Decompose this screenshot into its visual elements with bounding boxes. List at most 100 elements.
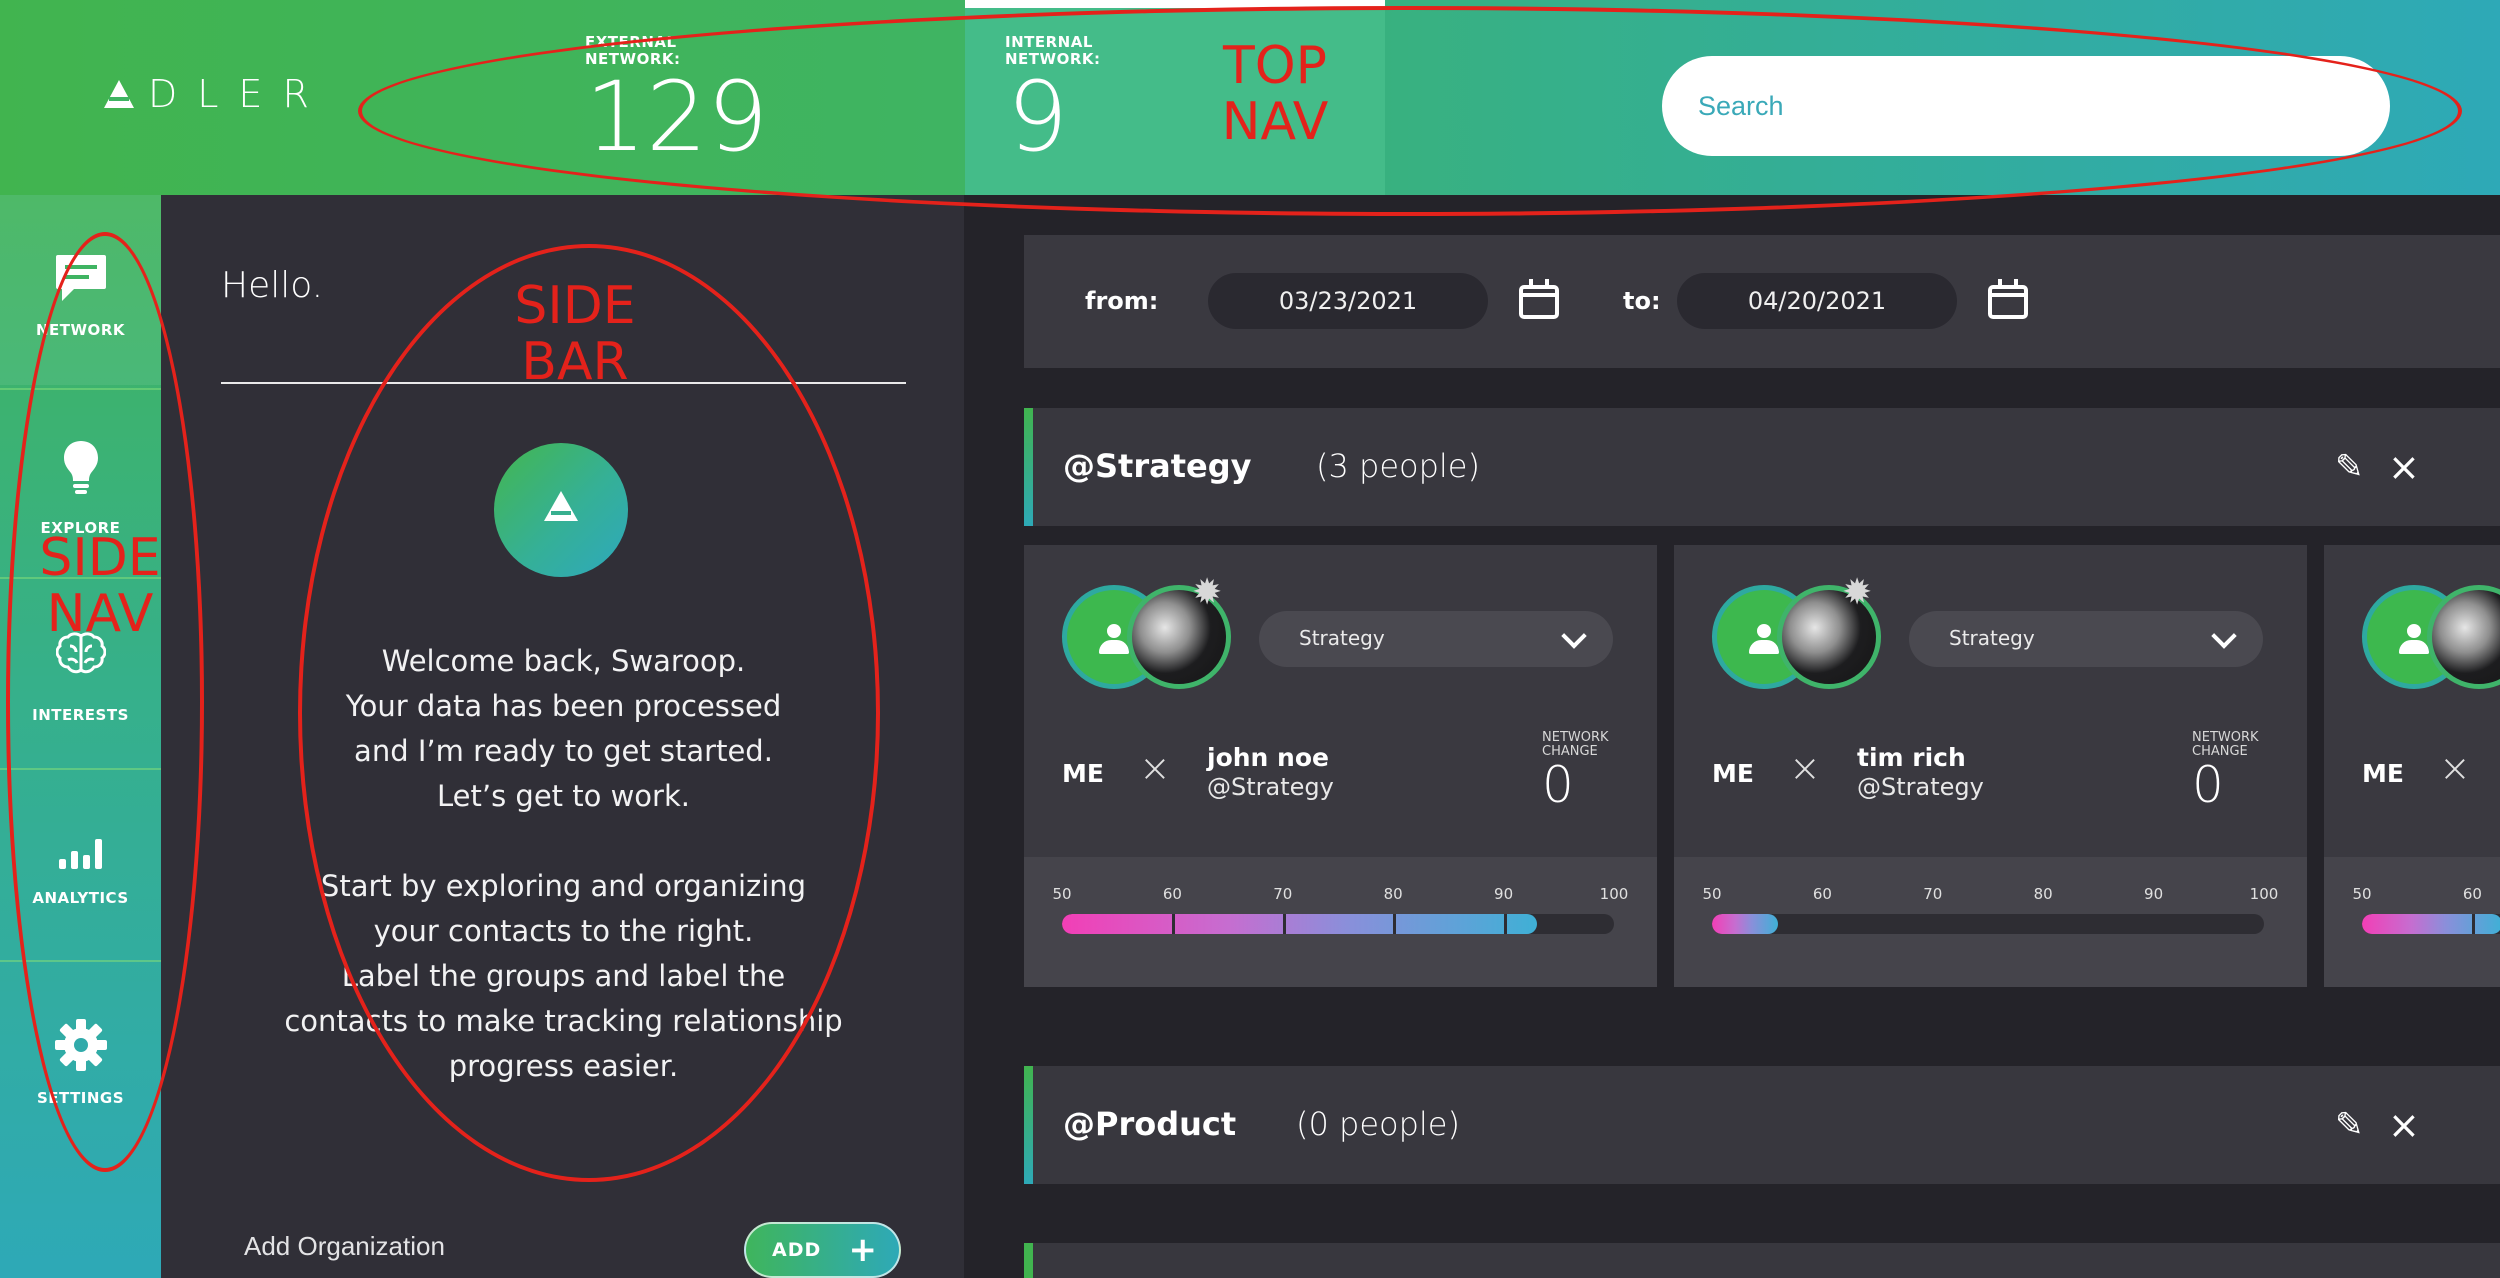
message-line: contacts to make tracking relationship <box>284 1004 843 1038</box>
person-icon-body <box>1749 640 1779 654</box>
sidenav-item-network[interactable]: NETWORK <box>0 195 161 385</box>
main-content: from: 03/23/2021 to: 04/20/2021 @Strateg… <box>964 195 2500 1278</box>
me-label: ME <box>1712 759 1754 788</box>
sidenav-divider <box>0 960 161 962</box>
group-header-product: @Product (0 people) ✎ × <box>1024 1066 2500 1184</box>
message-line: Label the groups and label the <box>341 959 786 993</box>
network-change-label: NETWORK CHANGE <box>1542 730 1609 759</box>
contact-name: tim rich <box>1857 743 1966 772</box>
meter-divider <box>2153 914 2157 934</box>
search-input[interactable] <box>1662 56 2390 156</box>
add-button-label: ADD <box>772 1239 822 1261</box>
sidenav-label-interests: INTERESTS <box>32 706 129 724</box>
from-date-input[interactable]: 03/23/2021 <box>1208 273 1488 329</box>
times-icon: × <box>2439 746 2471 790</box>
internal-network-count: 9 <box>1007 61 1069 173</box>
meter-divider <box>2472 914 2476 934</box>
meter-track <box>1062 914 1614 934</box>
pencil-icon[interactable]: ✎ <box>2335 1108 2364 1142</box>
tick-label: 80 <box>1383 885 1403 903</box>
message-line: Start by exploring and organizing <box>320 869 807 903</box>
greeting: Hello. <box>221 265 324 306</box>
external-network-stat[interactable]: EXTERNAL NETWORK: 129 <box>585 0 965 195</box>
tick-label: 100 <box>1599 885 1629 903</box>
lightbulb-icon <box>63 441 98 494</box>
person-icon-body <box>2399 640 2429 654</box>
network-change-value: 0 <box>2192 756 2224 814</box>
tick-label: 50 <box>2352 885 2372 903</box>
starburst-badge-icon: ✹ <box>1842 572 1873 613</box>
tick-label: 60 <box>1812 885 1832 903</box>
meter-divider <box>1393 914 1397 934</box>
contact-name: john noe <box>1207 743 1329 772</box>
tick-label: 50 <box>1052 885 1072 903</box>
tick-label: 80 <box>2033 885 2053 903</box>
times-icon: × <box>1139 746 1171 790</box>
logo-wordmark: DLER <box>148 72 329 116</box>
message-line: Welcome back, Swaroop. <box>381 644 746 678</box>
meter-divider <box>1503 914 1507 934</box>
network-change-label: NETWORK CHANGE <box>2192 730 2259 759</box>
gear-icon <box>54 1019 107 1071</box>
close-icon[interactable]: × <box>2388 448 2420 486</box>
sidenav-item-settings[interactable]: SETTINGS <box>0 963 161 1153</box>
chat-icon <box>55 255 106 301</box>
sidenav-label-analytics: ANALYTICS <box>32 889 129 907</box>
person-icon-body <box>1099 640 1129 654</box>
meter-ticks: 50 60 70 80 90 100 <box>1702 885 2278 905</box>
group-accent <box>1024 1243 1033 1278</box>
group-select[interactable]: Strategy <box>1909 611 2263 667</box>
relationship-meter: 50 60 <box>2324 857 2500 987</box>
starburst-badge-icon: ✹ <box>1192 572 1223 613</box>
sidenav-label-network: NETWORK <box>35 321 125 339</box>
meter-ticks: 50 60 70 80 90 100 <box>1052 885 1628 905</box>
meter-ticks: 50 60 <box>2352 885 2500 905</box>
meter-fill <box>2362 914 2500 934</box>
meter-divider <box>1932 914 1936 934</box>
adler-logo[interactable]: DLER <box>104 72 329 116</box>
to-date-input[interactable]: 04/20/2021 <box>1677 273 1957 329</box>
tick-label: 70 <box>1923 885 1943 903</box>
contact-card: ✹ Strategy ME × john noe @Strategy NETWO… <box>1024 545 1657 987</box>
tick-label: 100 <box>2249 885 2279 903</box>
sidenav-divider <box>0 768 161 770</box>
relationship-meter: 50 60 70 80 90 100 <box>1674 857 2307 987</box>
side-bar-annotation: SIDE BAR <box>514 276 636 392</box>
meter-divider <box>1172 914 1176 934</box>
relationship-meter: 50 60 70 80 90 100 <box>1024 857 1657 987</box>
meter-fill <box>1062 914 1537 934</box>
assistant-avatar <box>494 443 628 577</box>
adler-logo-icon <box>544 491 578 521</box>
tick-label: 60 <box>2462 885 2482 903</box>
side-nav: NETWORK EXPLORE INTERESTS ANALYTICS SETT… <box>0 195 161 1278</box>
group-count: (3 people) <box>1316 447 1480 485</box>
sidenav-item-analytics[interactable]: ANALYTICS <box>0 771 161 961</box>
tick-label: 50 <box>1702 885 1722 903</box>
message-line: your contacts to the right. <box>373 914 754 948</box>
meter-fill <box>1712 914 1779 934</box>
pencil-icon[interactable]: ✎ <box>2335 450 2364 484</box>
group-select-value: Strategy <box>1299 626 1385 650</box>
sidenav-divider <box>0 388 161 390</box>
contact-card: ME × 50 60 <box>2324 545 2500 987</box>
top-nav-annotation: TOP NAV <box>1221 36 1329 152</box>
instructions-message: Start by exploring and organizing your c… <box>221 864 906 1089</box>
contact-card: ✹ Strategy ME × tim rich @Strategy NETWO… <box>1674 545 2307 987</box>
me-label: ME <box>1062 759 1104 788</box>
meter-divider <box>1822 914 1826 934</box>
close-icon[interactable]: × <box>2388 1106 2420 1144</box>
chevron-down-icon <box>2211 623 2237 649</box>
from-calendar-icon[interactable] <box>1519 279 1559 319</box>
welcome-message: Welcome back, Swaroop. Your data has bee… <box>221 639 906 819</box>
meter-track <box>1712 914 2264 934</box>
group-select[interactable]: Strategy <box>1259 611 1613 667</box>
tick-label: 60 <box>1162 885 1182 903</box>
add-organization-button[interactable]: ADD + <box>744 1222 901 1278</box>
tick-label: 90 <box>1494 885 1514 903</box>
tick-label: 90 <box>2144 885 2164 903</box>
chevron-down-icon <box>1561 623 1587 649</box>
sidenav-label-settings: SETTINGS <box>36 1089 125 1107</box>
message-line: Let’s get to work. <box>437 779 690 813</box>
to-calendar-icon[interactable] <box>1988 279 2028 319</box>
side-nav-annotation: SIDE NAV <box>39 528 161 644</box>
